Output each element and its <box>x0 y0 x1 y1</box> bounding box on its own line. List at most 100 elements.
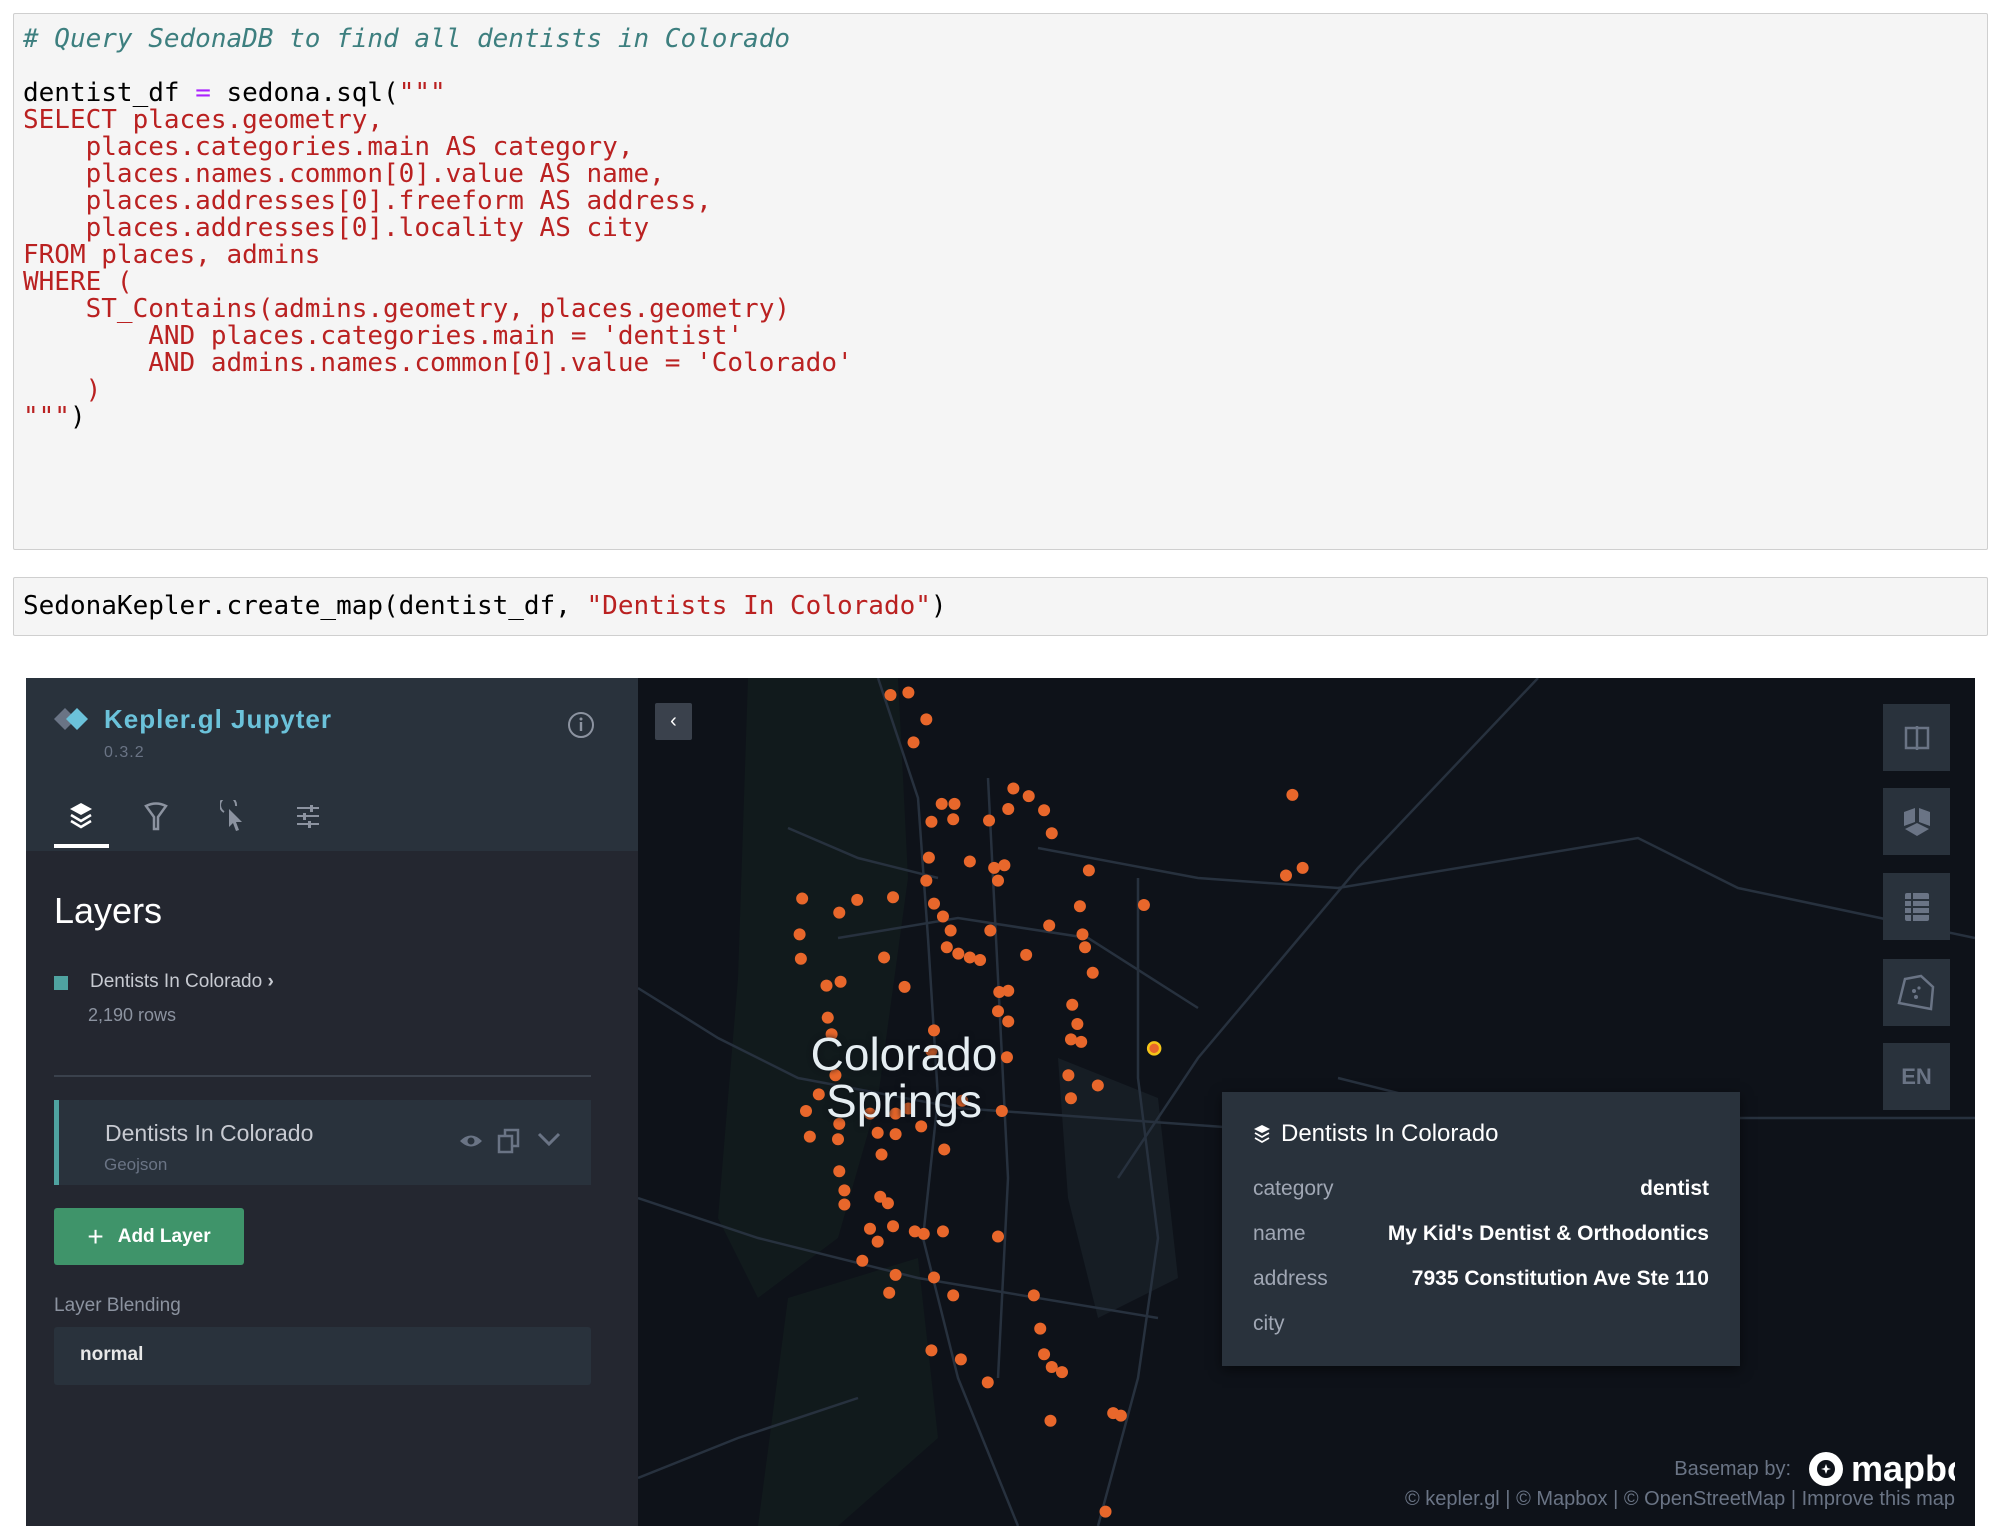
dentist-point[interactable] <box>988 861 1001 874</box>
dentist-point[interactable] <box>881 1197 894 1210</box>
dentist-point[interactable] <box>898 980 911 993</box>
tab-interactions[interactable] <box>214 796 254 836</box>
add-layer-button[interactable]: + Add Layer <box>54 1208 244 1265</box>
dentist-point[interactable] <box>1062 1069 1075 1082</box>
dentist-point[interactable] <box>974 954 987 966</box>
dentist-point[interactable] <box>936 910 949 923</box>
dentist-point[interactable] <box>1043 919 1056 932</box>
dentist-point[interactable] <box>834 975 847 988</box>
dentist-point[interactable] <box>992 1230 1004 1243</box>
dentist-point[interactable] <box>925 1344 938 1357</box>
dentist-point[interactable] <box>820 979 833 992</box>
dentist-point[interactable] <box>887 1220 900 1233</box>
dentist-point[interactable] <box>902 686 915 699</box>
dentist-point[interactable] <box>1038 1348 1051 1361</box>
dentist-point[interactable] <box>1020 948 1033 961</box>
map-attribution[interactable]: © kepler.gl | © Mapbox | © OpenStreetMap… <box>1405 1488 1955 1511</box>
dentist-point[interactable] <box>998 859 1011 872</box>
dentist-point[interactable] <box>1002 802 1015 815</box>
split-map-button[interactable] <box>1883 704 1950 771</box>
dentist-point[interactable] <box>917 1227 930 1240</box>
dentist-point[interactable] <box>871 1235 884 1248</box>
dentist-point[interactable] <box>1280 869 1292 882</box>
dentist-point[interactable] <box>944 924 957 937</box>
dentist-point[interactable] <box>1027 1289 1040 1302</box>
dataset-name[interactable]: Dentists In Colorado › <box>90 971 274 993</box>
dentist-point[interactable] <box>925 815 938 828</box>
dentist-point[interactable] <box>940 941 953 954</box>
dentist-point[interactable] <box>889 1268 902 1281</box>
dentist-point[interactable] <box>1034 1322 1047 1335</box>
dentist-point[interactable] <box>948 797 961 810</box>
code-cell-create-map[interactable]: SedonaKepler.create_map(dentist_df, "Den… <box>13 577 1988 636</box>
duplicate-icon[interactable] <box>497 1128 521 1154</box>
dentist-point[interactable] <box>794 952 807 965</box>
dentist-point[interactable] <box>920 874 933 887</box>
dentist-point[interactable] <box>803 1130 816 1143</box>
dentist-point[interactable] <box>1002 984 1015 997</box>
dentist-point[interactable] <box>922 851 935 864</box>
dentist-point[interactable] <box>793 928 806 941</box>
hovered-point[interactable] <box>1146 1041 1162 1056</box>
eye-icon[interactable] <box>459 1132 483 1150</box>
code-cell-query[interactable]: # Query SedonaDB to find all dentists in… <box>13 13 1988 550</box>
mapbox-logo[interactable]: mapbox <box>1807 1448 1955 1490</box>
dentist-point[interactable] <box>1114 1409 1127 1422</box>
info-icon[interactable] <box>566 710 596 740</box>
dentist-point[interactable] <box>851 893 864 906</box>
dentist-point[interactable] <box>838 1184 851 1197</box>
dentist-point[interactable] <box>992 874 1004 887</box>
dentist-point[interactable] <box>1286 788 1299 801</box>
tab-layers[interactable] <box>61 796 101 836</box>
draw-polygon-button[interactable] <box>1883 959 1950 1026</box>
language-button[interactable]: EN <box>1883 1043 1950 1110</box>
dentist-point[interactable] <box>1066 998 1079 1011</box>
dentist-point[interactable] <box>907 736 920 749</box>
dentist-point[interactable] <box>1045 1361 1058 1374</box>
dentist-point[interactable] <box>1044 1414 1057 1427</box>
dentist-point[interactable] <box>1079 941 1092 954</box>
dentist-point[interactable] <box>833 906 846 919</box>
chevron-down-icon[interactable] <box>537 1132 561 1148</box>
layer-panel[interactable]: Dentists In Colorado Geojson <box>54 1100 591 1185</box>
dentist-point[interactable] <box>889 1128 902 1141</box>
dentist-point[interactable] <box>1064 1033 1077 1046</box>
dentist-point[interactable] <box>1296 861 1309 874</box>
layer-blending-select[interactable]: normal <box>54 1327 591 1385</box>
dentist-point[interactable] <box>878 951 891 964</box>
dentist-point[interactable] <box>1091 1079 1104 1092</box>
dentist-point[interactable] <box>838 1198 851 1211</box>
dentist-point[interactable] <box>887 891 900 904</box>
dentist-point[interactable] <box>1137 898 1150 911</box>
dentist-point[interactable] <box>920 713 933 726</box>
dentist-point[interactable] <box>1086 966 1099 979</box>
dentist-point[interactable] <box>875 1148 888 1161</box>
dentist-point[interactable] <box>832 1133 844 1146</box>
dentist-point[interactable] <box>947 813 960 826</box>
dentist-point[interactable] <box>1073 900 1086 913</box>
dentist-point[interactable] <box>1056 1366 1068 1379</box>
dentist-point[interactable] <box>938 1143 951 1156</box>
dentist-point[interactable] <box>796 892 809 905</box>
dentist-point[interactable] <box>981 1376 994 1389</box>
dentist-point[interactable] <box>1071 1018 1084 1030</box>
collapse-sidebar-button[interactable]: ‹ <box>655 703 692 740</box>
dentist-point[interactable] <box>984 924 997 937</box>
dentist-point[interactable] <box>1038 804 1051 817</box>
dentist-point[interactable] <box>963 951 976 964</box>
dentist-point[interactable] <box>883 1286 896 1299</box>
map-canvas[interactable]: ‹ Colorado Springs EN Dentists In Colorad… <box>638 678 1975 1526</box>
tab-map-settings[interactable] <box>288 796 328 836</box>
tab-filters[interactable] <box>136 796 176 836</box>
dentist-point[interactable] <box>936 1225 949 1238</box>
legend-button[interactable] <box>1883 873 1950 940</box>
dentist-point[interactable] <box>952 947 965 960</box>
dentist-point[interactable] <box>992 1005 1004 1018</box>
dentist-point[interactable] <box>1002 1015 1015 1028</box>
dentist-point[interactable] <box>1045 827 1058 840</box>
dentist-point[interactable] <box>928 1271 940 1284</box>
dentist-point[interactable] <box>1076 928 1089 941</box>
dentist-point[interactable] <box>1075 1035 1088 1048</box>
3d-view-button[interactable] <box>1883 788 1950 855</box>
dentist-point[interactable] <box>821 1011 834 1024</box>
